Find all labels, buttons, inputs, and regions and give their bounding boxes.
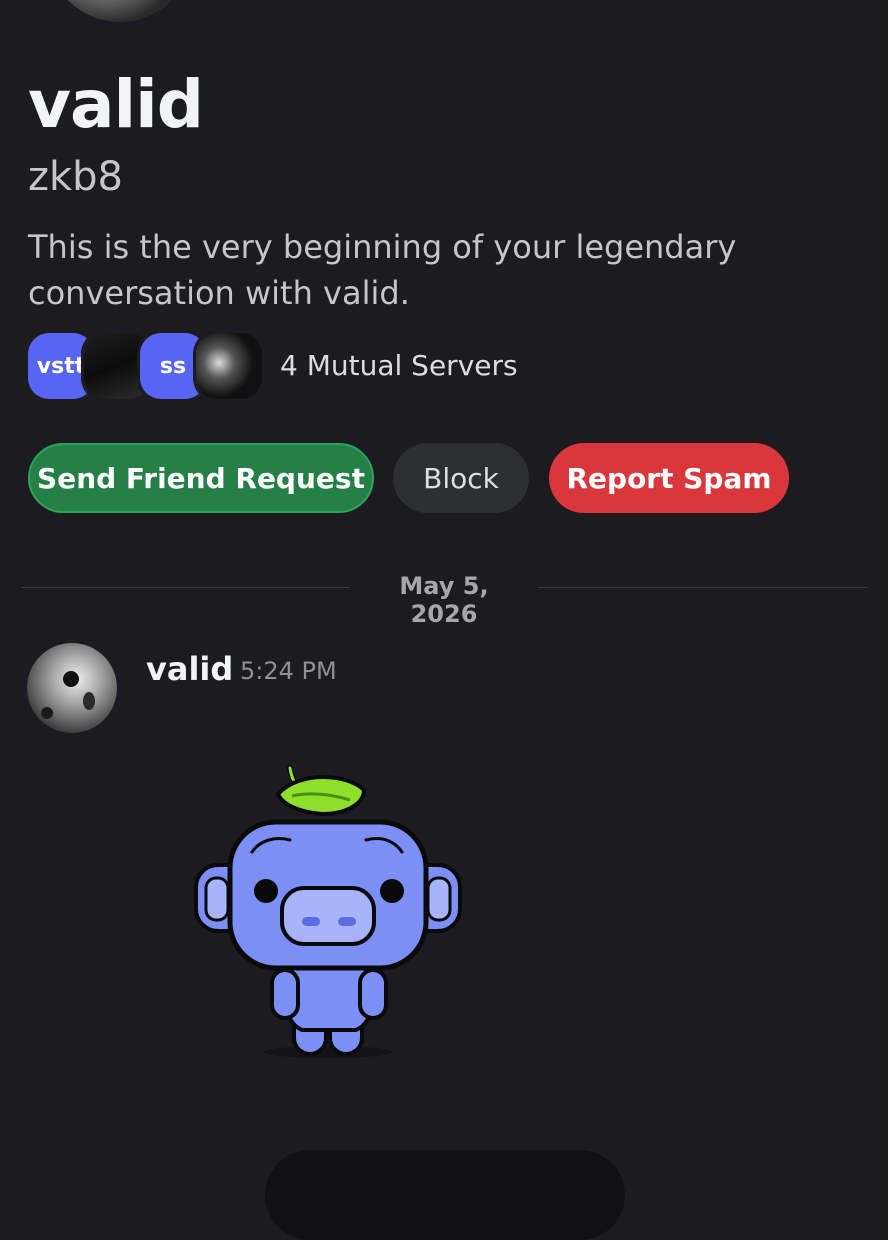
jump-to-present-pill[interactable] <box>265 1150 625 1240</box>
message-author-name[interactable]: valid <box>146 650 233 688</box>
block-button[interactable]: Block <box>393 443 529 513</box>
wumpus-sticker-icon[interactable] <box>180 760 480 1070</box>
message-timestamp: 5:24 PM <box>240 657 337 685</box>
send-friend-request-button[interactable]: Send Friend Request <box>28 443 374 513</box>
message-author-avatar[interactable] <box>27 643 117 733</box>
mutual-server-icon-image[interactable] <box>196 333 262 399</box>
mutual-servers[interactable]: vstt ss 4 Mutual Servers <box>28 333 628 401</box>
profile-username: zkb8 <box>28 154 123 200</box>
date-divider-label: May 5, 2026 <box>399 572 489 628</box>
date-divider-line-left <box>21 587 349 588</box>
report-spam-button[interactable]: Report Spam <box>549 443 789 513</box>
profile-avatar[interactable] <box>50 0 190 22</box>
mutual-servers-label[interactable]: 4 Mutual Servers <box>280 349 518 382</box>
profile-display-name: valid <box>28 66 204 143</box>
conversation-intro-text: This is the very beginning of your legen… <box>28 228 737 312</box>
date-divider-line-right <box>538 587 868 588</box>
